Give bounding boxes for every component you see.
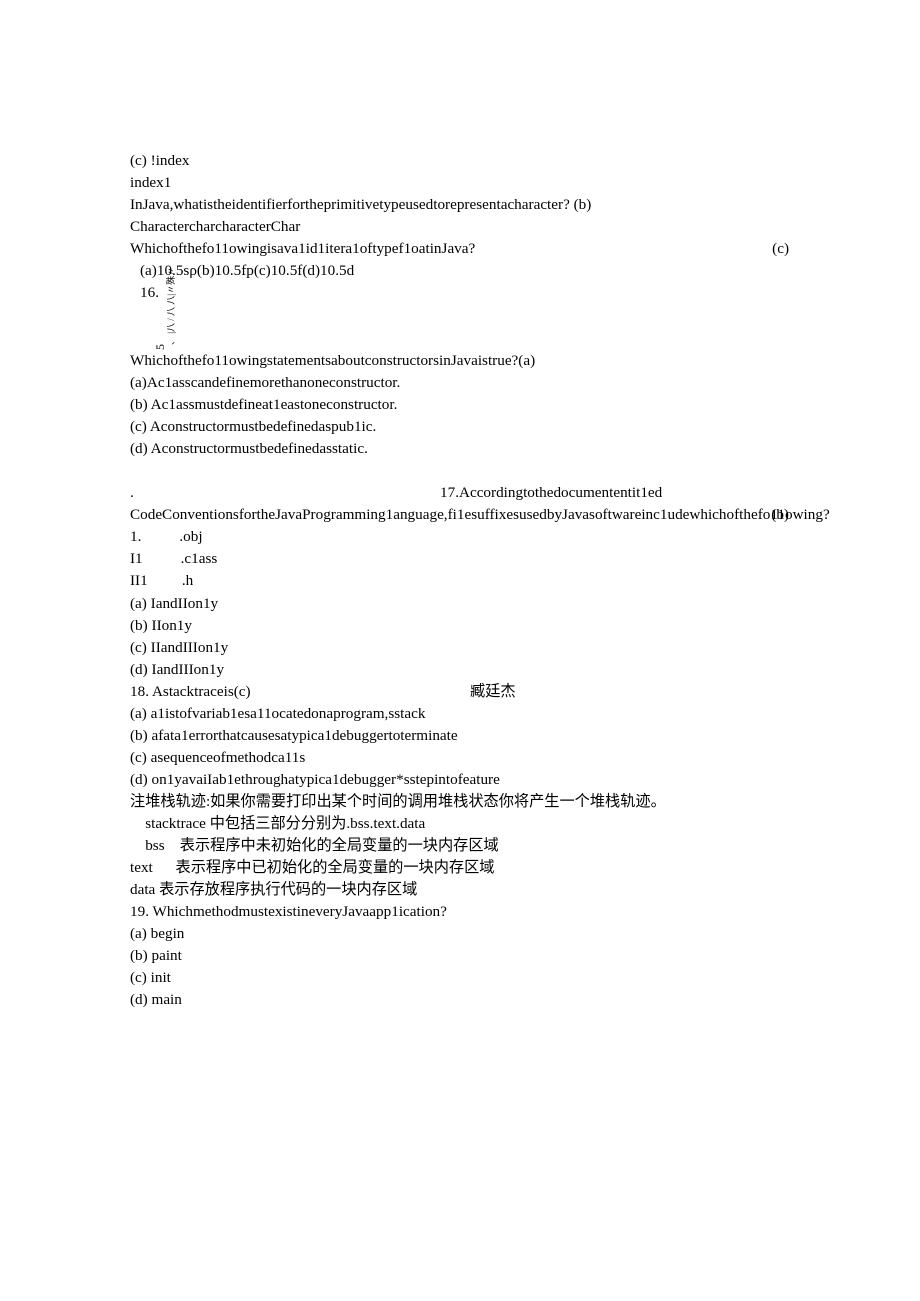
q16-option-b: (b) Ac1assmustdefineat1eastoneconstructo… bbox=[130, 394, 789, 416]
note-line-5: data 表示存放程序执行代码的一块内存区域 bbox=[130, 879, 789, 901]
q18-option-a: (a) a1istofvariab1esa11ocatedonaprogram,… bbox=[130, 703, 789, 725]
q15-question: Whichofthefo11owingisava1id1itera1oftype… bbox=[130, 238, 475, 260]
q13-option-c: (c) !index bbox=[130, 150, 789, 172]
q17-roman-II: I1 .c1ass bbox=[130, 548, 789, 570]
q13-option-d: index1 bbox=[130, 172, 789, 194]
q17-option-d: (d) IandIIIon1y bbox=[130, 659, 789, 681]
rotated-number-5: 5 bbox=[152, 344, 169, 350]
q17-roman-I: 1. .obj bbox=[130, 526, 789, 548]
q19-option-a: (a) begin bbox=[130, 923, 789, 945]
q17-body-spacer bbox=[130, 504, 134, 526]
q18-header-row: 18. Astacktraceis(c) 臧廷杰 bbox=[130, 681, 789, 703]
q19-head: 19. WhichmethodmustexistineveryJavaapp1i… bbox=[130, 901, 789, 923]
q16-option-c: (c) Aconstructormustbedefinedaspub1ic. bbox=[130, 416, 789, 438]
q18-person-name: 臧廷杰 bbox=[470, 681, 516, 703]
q15-line: Whichofthefo11owingisava1id1itera1oftype… bbox=[130, 238, 789, 260]
q18-head: 18. Astacktraceis(c) bbox=[130, 681, 470, 703]
q15-float-row: 、 |八 / 八 八|〃殊〃 5 (a)10.5sρ(b)10.5fp(c)10… bbox=[130, 260, 789, 350]
q19-option-d: (d) main bbox=[130, 989, 789, 1011]
q17-dot: . bbox=[130, 482, 440, 504]
q17-option-c: (c) IIandIIIon1y bbox=[130, 637, 789, 659]
q16-text: Whichofthefo11owingstatementsaboutconstr… bbox=[130, 350, 789, 394]
rotated-decorative-text: 、 |八 / 八 八|〃殊〃 bbox=[165, 255, 178, 345]
q16-option-d: (d) Aconstructormustbedefinedasstatic. bbox=[130, 438, 789, 460]
q14-text: InJava,whatistheidentifierfortheprimitiv… bbox=[130, 194, 789, 216]
q18-option-d: (d) on1yavaiIab1ethroughatypica1debugger… bbox=[130, 769, 789, 791]
blank-line-1 bbox=[130, 460, 789, 482]
q18-option-b: (b) afata1errorthatcausesatypica1debugge… bbox=[130, 725, 789, 747]
q18-option-c: (c) asequenceofmethodca11s bbox=[130, 747, 789, 769]
q17-answer: (b) bbox=[771, 504, 789, 526]
document-page: (c) !index index1 InJava,whatistheidenti… bbox=[0, 0, 920, 1301]
q17-head: 17.Accordingtothedocumententit1ed bbox=[440, 482, 662, 504]
note-line-4: text 表示程序中已初始化的全局变量的一块内存区域 bbox=[130, 857, 789, 879]
note-line-2: stacktrace 中包括三部分分别为.bss.text.data bbox=[130, 813, 789, 835]
q17-option-a: (a) IandIIon1y bbox=[130, 593, 789, 615]
q14-options: CharactercharcharacterChar bbox=[130, 216, 789, 238]
q19-option-b: (b) paint bbox=[130, 945, 789, 967]
q17-header-row: . 17.Accordingtothedocumententit1ed bbox=[130, 482, 789, 504]
q17-body: CodeConventionsfortheJavaProgramming1ang… bbox=[130, 506, 830, 523]
note-line-1: 注堆栈轨迹:如果你需要打印出某个时间的调用堆栈状态你将产生一个堆栈轨迹。 bbox=[130, 791, 789, 813]
q15-answer: (c) bbox=[772, 238, 789, 260]
q17-option-b: (b) IIon1y bbox=[130, 615, 789, 637]
q19-option-c: (c) init bbox=[130, 967, 789, 989]
note-line-3: bss 表示程序中未初始化的全局变量的一块内存区域 bbox=[130, 835, 789, 857]
q17-roman-III: II1 .h bbox=[130, 570, 789, 592]
